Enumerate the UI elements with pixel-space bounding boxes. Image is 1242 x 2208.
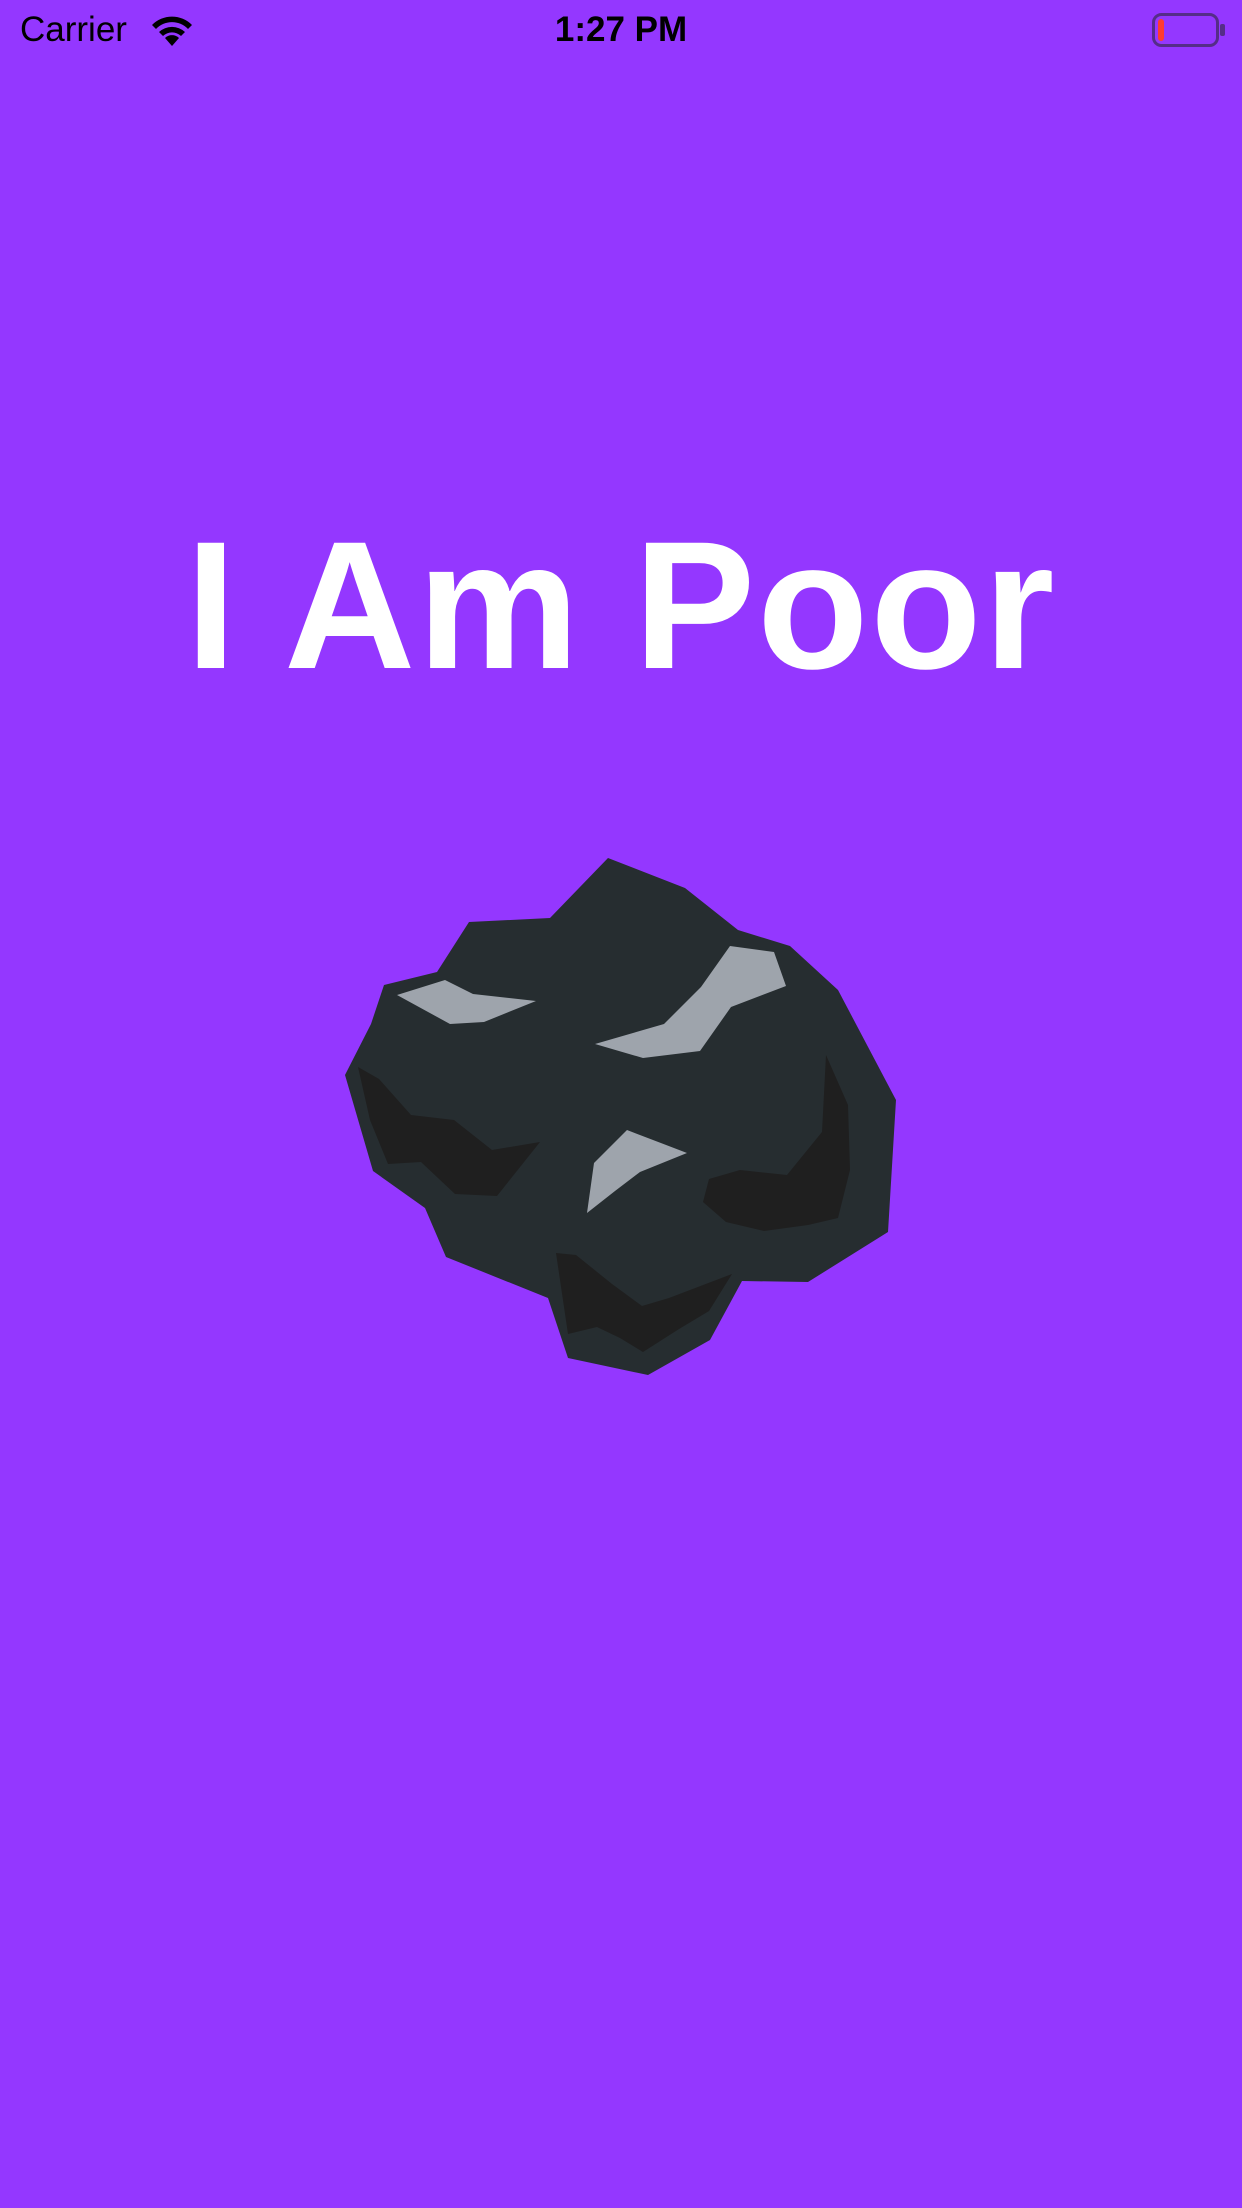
app-screen: Carrier 1:27 PM I Am Poor — [0, 0, 1242, 2208]
status-bar: Carrier 1:27 PM — [0, 0, 1242, 60]
coal-icon — [345, 858, 896, 1375]
status-time: 1:27 PM — [554, 10, 688, 49]
battery-low-icon — [1152, 13, 1225, 47]
page-title: I Am Poor — [185, 503, 1057, 707]
battery-level-fill — [1158, 19, 1164, 41]
